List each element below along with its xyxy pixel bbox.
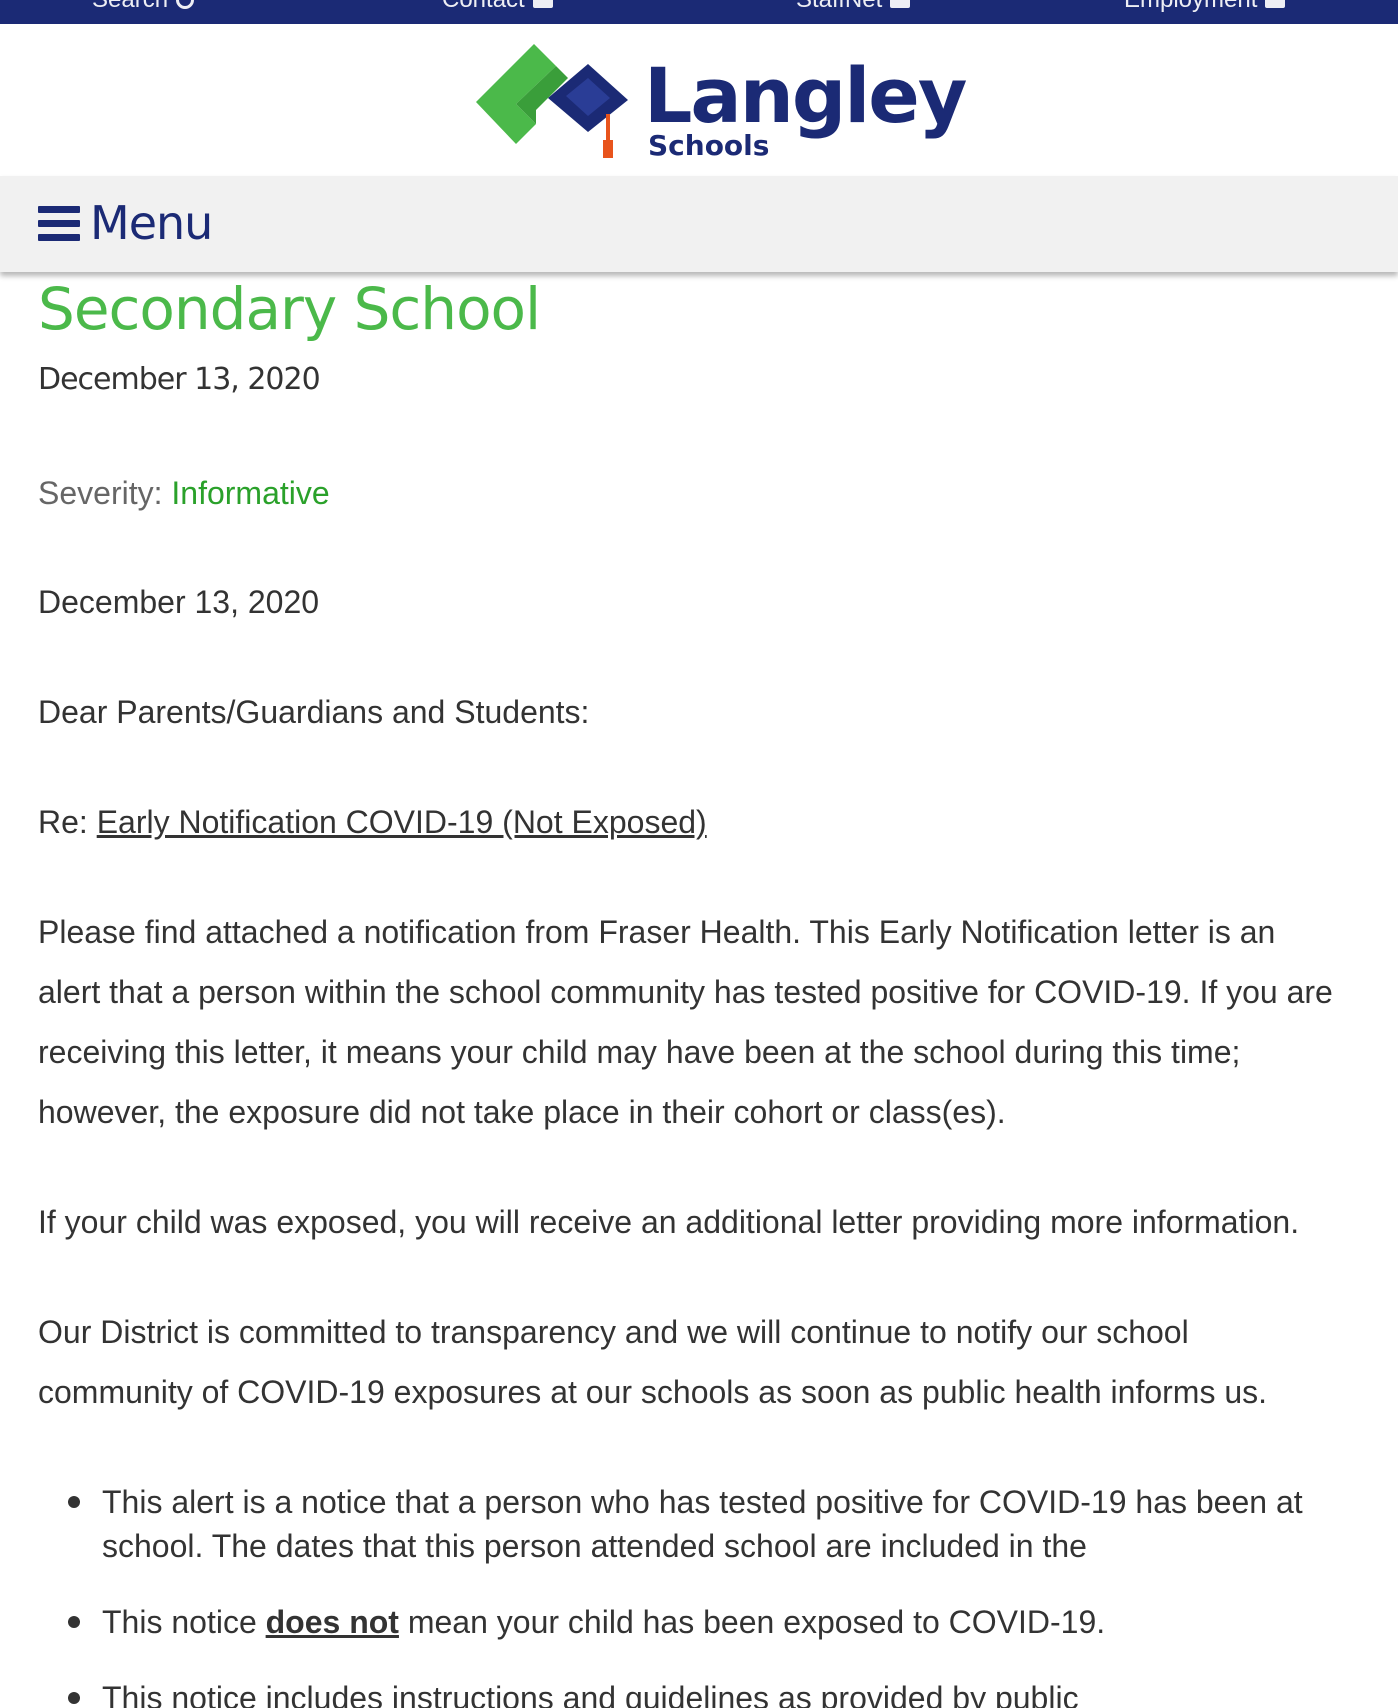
site-header: Langley Schools (0, 24, 1398, 176)
list-item-line: This notice does not mean your child has… (102, 1600, 1105, 1644)
top-link-staffnet[interactable]: StaffNet (796, 0, 911, 14)
bullet-icon (68, 1616, 80, 1628)
top-utility-bar: Search Contact StaffNet Employment (0, 0, 1398, 24)
paragraph-line: Please find attached a notification from… (38, 914, 1276, 950)
posted-date: December 13, 2020 (38, 362, 321, 397)
salutation: Dear Parents/Guardians and Students: (38, 694, 590, 730)
severity-value: Informative (171, 475, 330, 511)
subject-prefix: Re: (38, 804, 88, 840)
paragraph-exposed: If your child was exposed, you will rece… (38, 1204, 1300, 1240)
top-link-label: Employment (1124, 0, 1257, 14)
top-link-employment[interactable]: Employment (1124, 0, 1286, 14)
paragraph-line: community of COVID-19 exposures at our s… (38, 1374, 1268, 1410)
top-link-label: Search (92, 0, 168, 14)
langley-schools-logo[interactable]: Langley Schools (476, 42, 967, 182)
search-icon (176, 0, 195, 9)
subject-line: Re: Early Notification COVID-19 (Not Exp… (38, 792, 707, 852)
employment-icon (1265, 0, 1286, 8)
hamburger-icon[interactable] (38, 206, 80, 242)
list-text-after: mean your child has been exposed to COVI… (398, 1604, 1106, 1640)
list-text-emphasis: does not (265, 1604, 399, 1640)
menu-bar: Menu (0, 176, 1398, 272)
subject-text: Early Notification COVID-19 (Not Exposed… (96, 804, 707, 840)
logo-mark-icon (476, 44, 628, 158)
list-item-line: This alert is a notice that a person who… (102, 1484, 1303, 1520)
window-icon (890, 0, 911, 8)
list-item-line: school. The dates that this person atten… (102, 1528, 1087, 1564)
menu-button[interactable]: Menu (90, 198, 213, 249)
severity-label: Severity: (38, 475, 163, 511)
page-title: Secondary School (38, 275, 541, 343)
top-link-contact[interactable]: Contact (442, 0, 553, 14)
paragraph-line: Our District is committed to transparenc… (38, 1314, 1189, 1350)
building-icon (532, 0, 553, 8)
list-item-line: This notice includes instructions and gu… (102, 1680, 1079, 1708)
top-link-label: StaffNet (796, 0, 882, 14)
letter-date: December 13, 2020 (38, 584, 320, 620)
brand-name: Langley (644, 51, 967, 140)
bullet-icon (68, 1692, 80, 1704)
brand-subtitle: Schools (648, 129, 770, 162)
top-link-search[interactable]: Search (92, 0, 195, 14)
list-text-before: This notice (102, 1604, 266, 1640)
severity-line: Severity: Informative (38, 474, 330, 512)
paragraph-line: alert that a person within the school co… (38, 974, 1333, 1010)
paragraph-line: receiving this letter, it means your chi… (38, 1034, 1241, 1070)
top-link-label: Contact (442, 0, 525, 14)
paragraph-line: however, the exposure did not take place… (38, 1094, 1006, 1130)
bullet-icon (68, 1496, 80, 1508)
